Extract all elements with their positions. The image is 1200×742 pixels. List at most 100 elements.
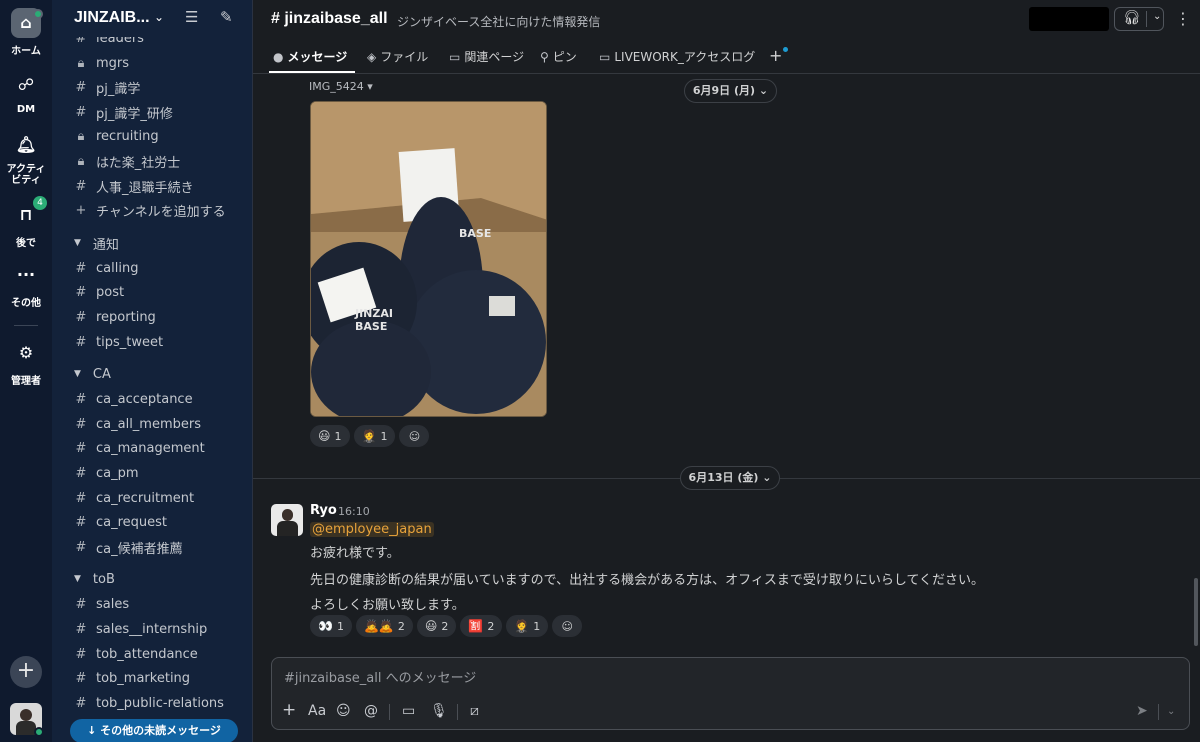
reaction-pill[interactable]: 😃 2 bbox=[416, 615, 457, 637]
sidebar-channel[interactable]: # ca_all_members bbox=[70, 413, 250, 435]
sidebar-channel[interactable]: # ca_pm bbox=[70, 462, 250, 484]
headphones-icon: 🎧︎ bbox=[1123, 10, 1141, 26]
sidebar-section-header[interactable]: ▼ 通知 bbox=[74, 232, 119, 254]
message-author[interactable]: Ryo bbox=[310, 503, 337, 518]
scrollbar[interactable] bbox=[1194, 578, 1198, 646]
rail-home[interactable]: ⌂ ホーム bbox=[0, 8, 52, 57]
workspace-name[interactable]: JINZAIB... bbox=[74, 9, 150, 27]
date-divider-pill[interactable]: 6月9日 (月) ⌄ bbox=[684, 79, 777, 103]
more-unread-button[interactable]: ↓ その他の未読メッセージ bbox=[70, 719, 238, 742]
message-input[interactable] bbox=[284, 668, 1164, 688]
add-reaction-icon[interactable]: ☺ bbox=[552, 615, 583, 637]
lock-icon: 🔒︎ bbox=[77, 153, 85, 169]
sidebar-channel-label: ca_all_members bbox=[96, 416, 201, 432]
channel-view: # jinzaibase_all ジンザイベース全社に向けた情報発信 🎧︎ ⌄ … bbox=[253, 0, 1200, 742]
avatar-face bbox=[20, 709, 32, 721]
date-divider-pill[interactable]: 6月13日 (金) ⌄ bbox=[680, 466, 780, 490]
sidebar-channel[interactable]: 🔒︎ はた楽_社労士 bbox=[70, 150, 250, 172]
reaction-count: 2 bbox=[487, 619, 495, 633]
hash-icon: # bbox=[75, 391, 87, 407]
reaction-pill[interactable]: 🈹 2 bbox=[460, 615, 503, 637]
sidebar-channel[interactable]: # tips_tweet bbox=[70, 331, 250, 353]
add-channel-button[interactable]: + チャンネルを追加する bbox=[70, 199, 250, 221]
reaction-pill[interactable]: 👀 1 bbox=[310, 615, 352, 637]
rail-admin[interactable]: ⚙ 管理者 bbox=[0, 338, 52, 387]
attached-photo[interactable]: BASE JINZAI BASE bbox=[310, 101, 547, 417]
send-icon[interactable]: ➤ bbox=[1136, 703, 1148, 719]
compose-icon[interactable]: ✎ bbox=[220, 8, 233, 26]
sidebar-channel[interactable]: # ca_acceptance bbox=[70, 388, 250, 410]
tab-0[interactable]: ● メッセージ bbox=[273, 48, 347, 68]
rail-more[interactable]: ··· その他 bbox=[0, 260, 52, 309]
sidebar-channel[interactable]: # pj_識学 bbox=[70, 76, 250, 98]
chevron-down-icon[interactable]: ⌄ bbox=[154, 10, 164, 24]
sidebar-channel[interactable]: # ca_候補者推薦 bbox=[70, 536, 250, 558]
chevron-down-icon[interactable]: ⌄ bbox=[1167, 706, 1175, 717]
reaction-pill[interactable]: 🤵 1 bbox=[353, 425, 396, 447]
shortcuts-icon[interactable]: ⧄ bbox=[470, 703, 479, 719]
sidebar-section-header[interactable]: ▼ CA bbox=[74, 363, 111, 385]
sidebar-channel[interactable]: # pj_識学_研修 bbox=[70, 101, 250, 123]
microphone-icon[interactable]: 🎙︎ bbox=[430, 703, 448, 719]
user-group-mention[interactable]: @employee_japan bbox=[310, 522, 434, 537]
sidebar-channel[interactable]: # post bbox=[70, 281, 250, 303]
rail-activity[interactable]: 🔔︎ アクティ ビティ bbox=[0, 130, 52, 186]
sidebar-channel[interactable]: # sales__internship bbox=[70, 618, 250, 640]
sidebar-channel[interactable]: # tob_attendance bbox=[70, 643, 250, 665]
plus-icon: + bbox=[75, 202, 87, 218]
sidebar-channel-label: tips_tweet bbox=[96, 334, 164, 350]
add-reaction-icon[interactable]: ☺ bbox=[399, 425, 430, 447]
hash-icon: # bbox=[75, 284, 87, 300]
sidebar-channel-label: tob_attendance bbox=[96, 646, 198, 662]
member-avatars-redacted[interactable] bbox=[1029, 7, 1109, 31]
tab-icon: ▭ bbox=[599, 50, 611, 64]
sidebar-channel[interactable]: # calling bbox=[70, 257, 250, 279]
sidebar-channel[interactable]: 🔒︎ recruiting bbox=[70, 125, 250, 147]
sidebar-channel[interactable]: # ca_recruitment bbox=[70, 487, 250, 509]
tab-icon: ● bbox=[273, 50, 284, 64]
plus-icon[interactable]: + bbox=[282, 700, 296, 720]
tab-3[interactable]: ⚲ ピン bbox=[540, 48, 577, 68]
message-avatar[interactable] bbox=[271, 504, 303, 536]
filter-icon[interactable]: ☰ bbox=[185, 8, 198, 26]
sidebar-channel-label: tob_public-relations bbox=[96, 695, 224, 711]
sidebar-channel-label: ca_request bbox=[96, 514, 168, 530]
add-workspace-button[interactable]: + bbox=[10, 656, 42, 688]
sidebar-channel-label: tob_marketing bbox=[96, 670, 191, 686]
sidebar-channel[interactable]: # tob_public-relations bbox=[70, 692, 250, 714]
sidebar-channel[interactable]: # tob_marketing bbox=[70, 667, 250, 689]
tab-4[interactable]: ▭ LIVEWORK_アクセスログ bbox=[599, 48, 755, 68]
more-vertical-icon[interactable]: ⋮ bbox=[1175, 9, 1191, 28]
dm-icon: ☍ bbox=[17, 75, 35, 94]
message-timestamp[interactable]: 16:10 bbox=[338, 505, 370, 518]
sidebar-channel[interactable]: # ca_management bbox=[70, 437, 250, 459]
rail-dm[interactable]: ☍ DM bbox=[0, 70, 52, 115]
channel-description: ジンザイベース全社に向けた情報発信 bbox=[397, 15, 601, 29]
sidebar-channel[interactable]: # ca_request bbox=[70, 511, 250, 533]
emoji-icon[interactable]: ☺ bbox=[336, 703, 351, 719]
tab-2[interactable]: ▭ 関連ページ bbox=[449, 48, 524, 68]
sidebar-channel[interactable]: # sales bbox=[70, 593, 250, 615]
hash-icon: # bbox=[75, 465, 87, 481]
formatting-icon[interactable]: Aa bbox=[308, 703, 326, 719]
chevron-down-icon[interactable]: ⌄ bbox=[1146, 11, 1161, 27]
mention-icon[interactable]: @ bbox=[364, 703, 378, 719]
channel-title[interactable]: # jinzaibase_all bbox=[271, 10, 388, 28]
section-title: 通知 bbox=[92, 237, 119, 253]
reaction-pill[interactable]: 🙇🙇 2 bbox=[355, 615, 413, 637]
huddle-button[interactable]: 🎧︎ ⌄ bbox=[1114, 7, 1164, 31]
sidebar-channel[interactable]: # reporting bbox=[70, 306, 250, 328]
hash-icon: # bbox=[75, 416, 87, 432]
sidebar-section-header[interactable]: ▼ toB bbox=[74, 568, 115, 590]
sidebar-channel[interactable]: # 人事_退職手続き bbox=[70, 175, 250, 197]
tab-1[interactable]: ◈ ファイル bbox=[367, 48, 428, 68]
sidebar-channel[interactable]: 🔒︎ mgrs bbox=[70, 52, 250, 74]
reaction-pill[interactable]: 😃 1 bbox=[310, 425, 350, 447]
sidebar-channel-label: post bbox=[96, 284, 125, 300]
video-icon[interactable]: ▭ bbox=[402, 703, 415, 719]
file-name[interactable]: IMG_5424 ▾ bbox=[309, 80, 373, 93]
reaction-emoji: 🈹 bbox=[468, 619, 484, 633]
tab-icon: ▭ bbox=[449, 50, 461, 64]
reaction-pill[interactable]: 🤵 1 bbox=[506, 615, 549, 637]
add-tab-button[interactable]: + bbox=[769, 46, 782, 65]
